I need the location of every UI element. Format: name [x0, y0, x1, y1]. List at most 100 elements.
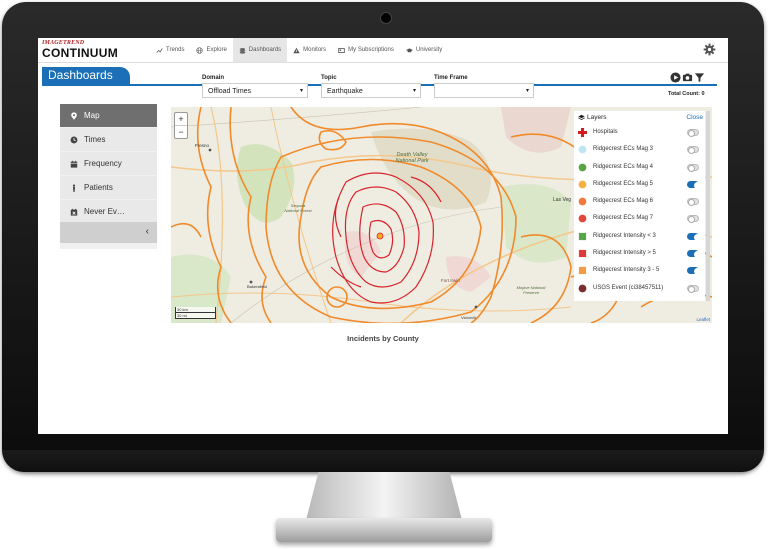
calendar-icon	[70, 160, 78, 168]
layer-label: Ridgecrest Intensity > 5	[593, 250, 656, 257]
layer-toggle[interactable]	[687, 284, 699, 293]
layer-toggle[interactable]	[687, 198, 699, 207]
nav-explore[interactable]: Explore	[190, 38, 232, 62]
layer-row[interactable]: Ridgecrest Intensity 3 - 5	[574, 262, 705, 279]
circle-swatch-icon	[578, 197, 587, 206]
layer-list: Hospitals Ridgecrest ECs Mag 3 Ridgecrest …	[574, 124, 705, 297]
monitor-chin	[2, 450, 764, 472]
app-screen: IMAGETREND CONTINUUM Trends Explore Dash…	[38, 38, 728, 434]
app-logo[interactable]: IMAGETREND CONTINUUM	[42, 40, 118, 59]
layer-label: Ridgecrest Intensity < 3	[593, 232, 656, 239]
leaflet-attribution[interactable]: Leaflet	[696, 317, 710, 322]
layer-row[interactable]: Ridgecrest ECs Mag 6	[574, 193, 705, 210]
nav-monitors-label: Monitors	[303, 47, 327, 53]
layer-row[interactable]: Ridgecrest ECs Mag 7	[574, 210, 705, 227]
play-icon[interactable]	[670, 72, 681, 83]
nav-explore-label: Explore	[206, 47, 227, 53]
filter-icon[interactable]	[694, 72, 705, 83]
gear-icon[interactable]	[703, 43, 716, 56]
zoom-control: + −	[174, 112, 188, 139]
layer-toggle[interactable]	[687, 232, 701, 241]
layer-label: Hospitals	[593, 129, 618, 135]
chevron-down-icon: ▾	[525, 88, 529, 94]
layer-row[interactable]: Ridgecrest Intensity < 3	[574, 228, 705, 245]
circle-swatch-icon	[578, 163, 587, 171]
zoom-in-button[interactable]: +	[175, 113, 187, 126]
webcam-icon	[380, 12, 392, 24]
layer-toggle[interactable]	[687, 163, 699, 172]
nav-university-label: University	[415, 47, 443, 53]
layer-label: Ridgecrest ECs Mag 3	[593, 146, 654, 153]
layer-toggle[interactable]	[687, 146, 699, 155]
trends-icon	[156, 47, 163, 53]
sidebar-item-frequency-label: Frequency	[84, 159, 122, 168]
layer-row[interactable]: Hospitals	[574, 124, 705, 141]
layer-toggle[interactable]	[687, 129, 699, 137]
sidebar-collapse-button[interactable]: ‹	[60, 222, 157, 243]
nav-monitors[interactable]: Monitors	[287, 38, 332, 62]
layer-label: Ridgecrest ECs Mag 6	[593, 198, 654, 205]
sidebar-item-times-label: Times	[84, 135, 106, 144]
topic-select[interactable]: Earthquake ▾	[321, 83, 421, 98]
map-label-victorville: Victorvill	[461, 315, 476, 320]
clock-icon	[70, 136, 78, 143]
layer-row[interactable]: USGS Event (ci38457511)	[574, 280, 705, 297]
nav-subscriptions[interactable]: My Subscriptions	[332, 38, 400, 62]
circle-swatch-icon	[578, 284, 587, 293]
layers-header: Layers Close	[574, 111, 705, 124]
layer-row[interactable]: Ridgecrest ECs Mag 4	[574, 159, 705, 176]
map-label-fresno: Fresno	[195, 143, 210, 148]
monitor-stand-neck	[306, 472, 462, 520]
nav-dashboards[interactable]: Dashboards	[232, 38, 288, 62]
dashboard-icon	[239, 47, 246, 54]
timeframe-select[interactable]: ▾	[434, 83, 534, 98]
zoom-out-button[interactable]: −	[175, 126, 187, 138]
top-nav-bar: IMAGETREND CONTINUUM Trends Explore Dash…	[38, 38, 728, 63]
hospital-cross-icon	[578, 128, 587, 137]
layer-toggle[interactable]	[687, 215, 699, 224]
monitor-stand-base	[276, 518, 492, 542]
map-view[interactable]: + − Death Valley National Park Fort Irwi…	[171, 107, 712, 323]
layer-label: Ridgecrest ECs Mag 5	[593, 180, 654, 187]
layer-label: USGS Event (ci38457511)	[593, 284, 664, 291]
layer-toggle[interactable]	[687, 267, 701, 276]
sidebar-item-frequency[interactable]: Frequency	[60, 152, 157, 175]
camera-icon[interactable]	[682, 72, 693, 83]
total-count: Total Count: 0	[668, 91, 705, 97]
sidebar-item-patients[interactable]: Patients	[60, 176, 157, 199]
nav-trends-label: Trends	[166, 47, 185, 53]
sidebar-item-times[interactable]: Times	[60, 128, 157, 151]
layer-row[interactable]: Ridgecrest Intensity > 5	[574, 245, 705, 262]
layer-row[interactable]: Ridgecrest ECs Mag 3	[574, 141, 705, 158]
nav-trends[interactable]: Trends	[150, 38, 190, 62]
layers-scrollbar[interactable]	[706, 111, 710, 301]
domain-value: Offload Times	[208, 88, 252, 95]
timeframe-label: Time Frame	[434, 75, 468, 81]
circle-swatch-icon	[578, 145, 587, 154]
sidebar-item-map[interactable]: Map	[60, 104, 157, 127]
layer-label: Ridgecrest ECs Mag 4	[593, 163, 654, 170]
layers-title: Layers	[578, 114, 607, 121]
layer-toggle[interactable]	[687, 250, 701, 259]
map-label-sequoia: Sequoia National Forest	[284, 203, 312, 213]
nav-subscriptions-label: My Subscriptions	[348, 47, 394, 53]
chevron-down-icon: ▾	[299, 88, 303, 94]
logo-product: CONTINUUM	[42, 46, 119, 60]
square-swatch-icon	[578, 267, 587, 275]
chevron-down-icon: ▾	[412, 88, 416, 94]
scale-mi: 30 mi	[175, 313, 216, 319]
page-title: Dashboards	[42, 67, 130, 84]
domain-select[interactable]: Offload Times ▾	[202, 83, 308, 98]
chevron-left-icon: ‹	[145, 226, 149, 237]
layers-panel: Layers Close Hospitals Ridgecrest ECs Mag…	[574, 111, 705, 301]
subscriptions-icon	[338, 47, 345, 53]
layer-row[interactable]: Ridgecrest ECs Mag 5	[574, 176, 705, 193]
globe-icon	[196, 46, 204, 54]
layers-close-button[interactable]: Close	[686, 114, 703, 121]
sidebar-item-never-events[interactable]: Never Ev…	[60, 200, 157, 223]
person-icon	[72, 183, 76, 192]
nav-university[interactable]: University	[400, 38, 448, 62]
map-label-death-valley: Death Valley National Park	[395, 152, 429, 164]
layer-toggle[interactable]	[687, 180, 701, 189]
graduation-cap-icon	[405, 47, 413, 52]
